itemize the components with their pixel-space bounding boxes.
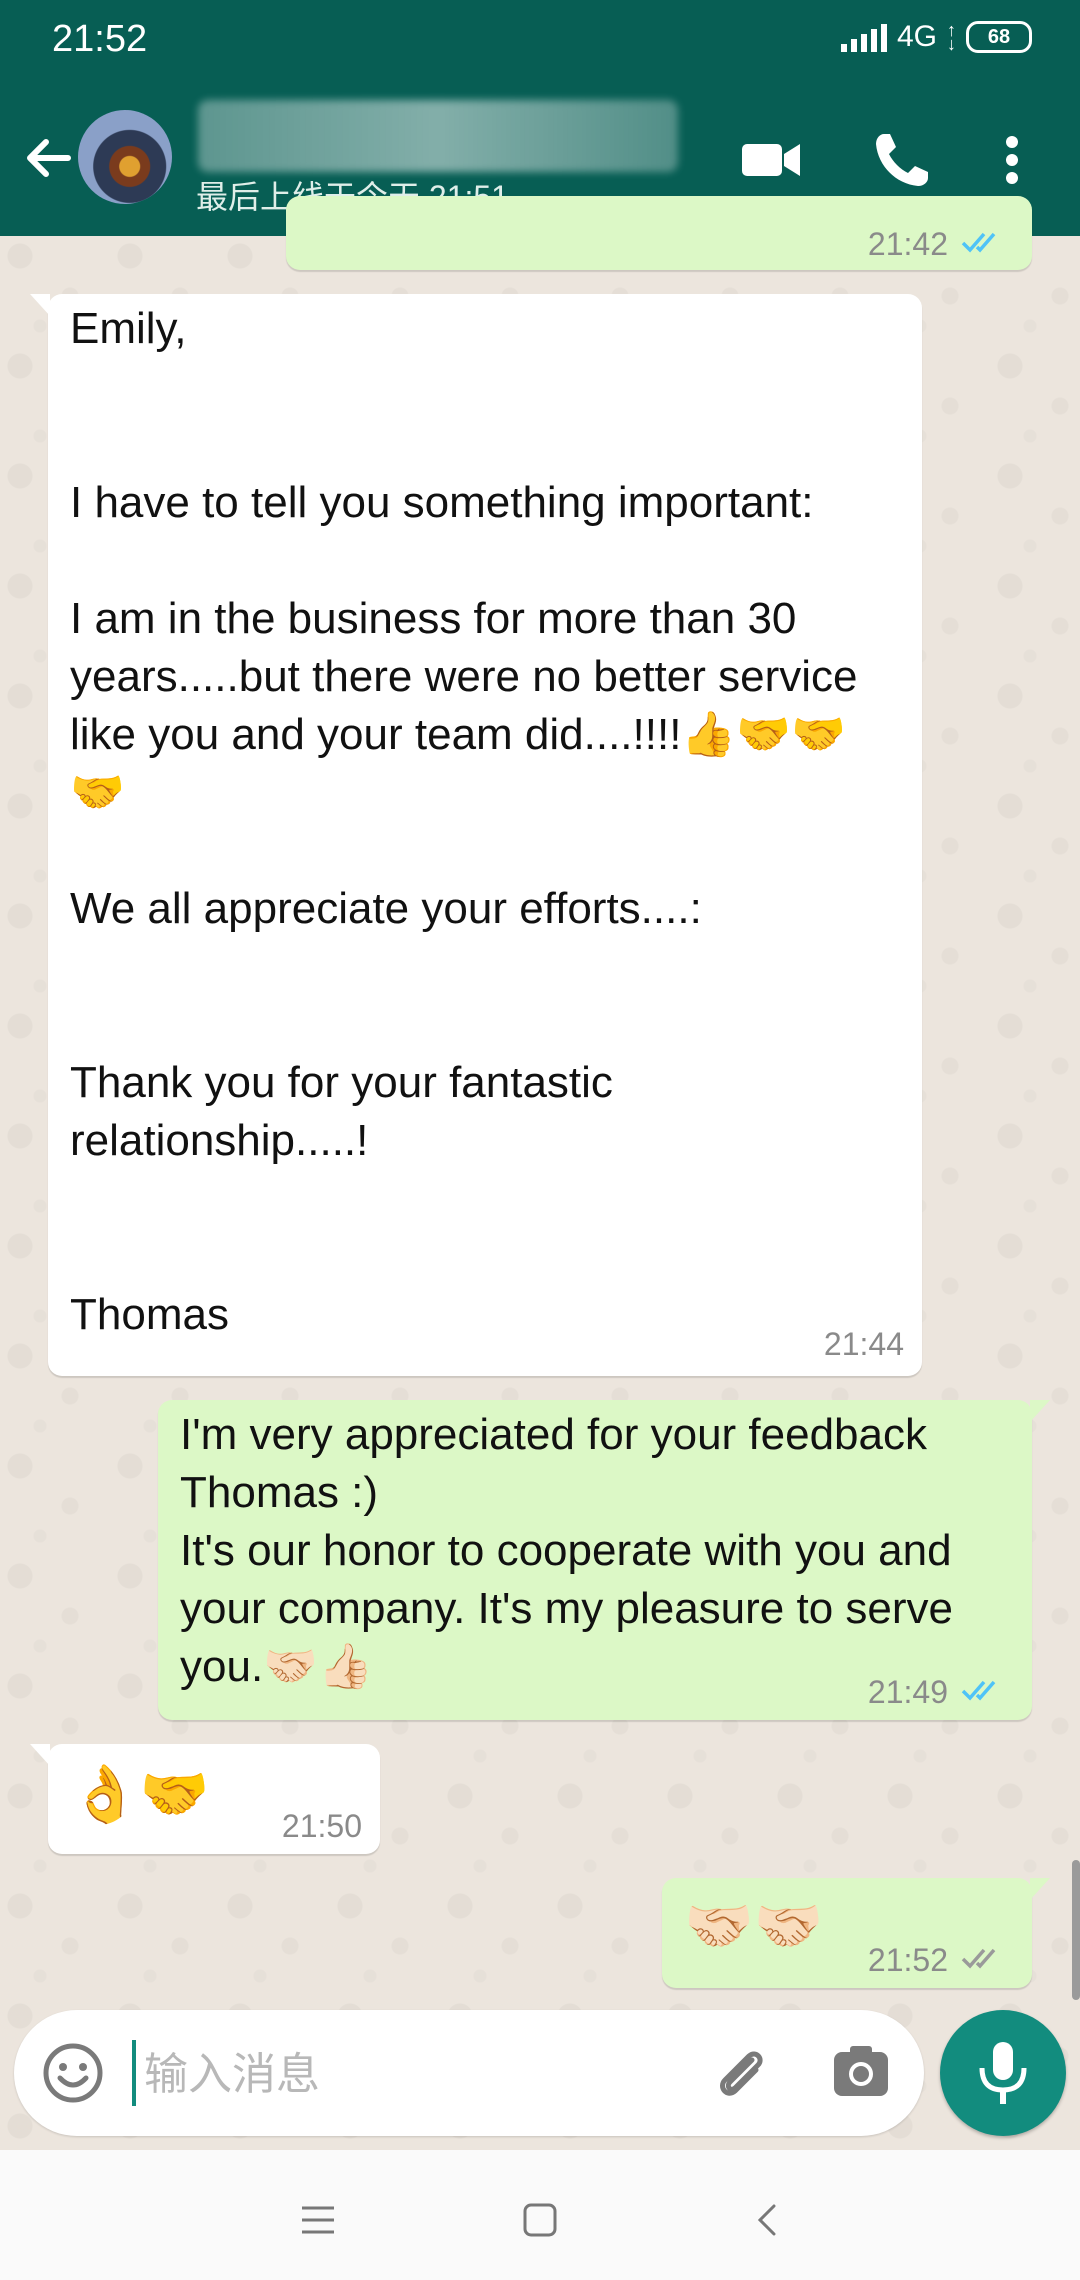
message-time: 21:44 bbox=[823, 1326, 904, 1362]
message-bubble-outgoing[interactable]: 🤝🏻🤝🏻 21:52 bbox=[662, 1878, 1050, 1988]
camera-icon[interactable] bbox=[830, 2042, 892, 2104]
arrow-left-icon[interactable] bbox=[18, 128, 78, 188]
message-bubble-incoming[interactable]: Emily, I have to tell you something impo… bbox=[30, 294, 922, 1376]
battery-icon: 68 bbox=[966, 21, 1032, 53]
message-input[interactable] bbox=[142, 2034, 706, 2114]
system-nav-bar bbox=[0, 2150, 1080, 2280]
phone-icon[interactable] bbox=[862, 120, 942, 200]
recents-menu-icon[interactable] bbox=[298, 2200, 338, 2240]
message-time: 21:49 bbox=[867, 1674, 948, 1710]
avatar[interactable] bbox=[78, 110, 172, 204]
microphone-icon[interactable] bbox=[940, 2010, 1066, 2136]
message-time: 21:50 bbox=[281, 1808, 362, 1844]
message-text: Emily, I have to tell you something impo… bbox=[70, 304, 858, 1339]
read-ticks-icon bbox=[961, 1680, 996, 1701]
contact-name-blurred[interactable] bbox=[198, 100, 678, 172]
message-bubble-incoming[interactable]: 👌🤝 21:50 bbox=[30, 1744, 380, 1854]
message-time: 21:42 bbox=[867, 226, 948, 262]
network-type: 4G bbox=[896, 20, 937, 53]
delivered-ticks-icon bbox=[961, 1948, 996, 1969]
signal-icon bbox=[840, 22, 887, 52]
status-indicators: 4G ↑ ↓ 68 bbox=[840, 20, 1032, 54]
status-bar: 21:52 4G ↑ ↓ 68 bbox=[0, 0, 1080, 80]
home-icon[interactable] bbox=[520, 2200, 560, 2240]
text-cursor bbox=[132, 2040, 136, 2106]
mic-glyph-icon bbox=[979, 2042, 1027, 2104]
message-time: 21:52 bbox=[867, 1942, 948, 1978]
emoji-icon[interactable] bbox=[40, 2040, 106, 2106]
message-bubble-outgoing[interactable]: 21:42 bbox=[286, 196, 1032, 270]
data-activity-icon: ↑ ↓ bbox=[947, 20, 956, 54]
message-composer bbox=[14, 2010, 924, 2136]
message-bubble-outgoing[interactable]: I'm very appreciated for your feedback T… bbox=[158, 1400, 1050, 1720]
status-time: 21:52 bbox=[52, 18, 148, 60]
video-camera-icon[interactable] bbox=[730, 120, 810, 200]
message-text: I'm very appreciated for your feedback T… bbox=[180, 1410, 954, 1691]
more-vert-icon[interactable] bbox=[982, 120, 1042, 200]
back-nav-icon[interactable] bbox=[748, 2200, 788, 2240]
paperclip-icon[interactable] bbox=[708, 2040, 774, 2106]
read-ticks-icon bbox=[961, 232, 996, 253]
scrollbar[interactable] bbox=[1072, 1860, 1080, 2000]
